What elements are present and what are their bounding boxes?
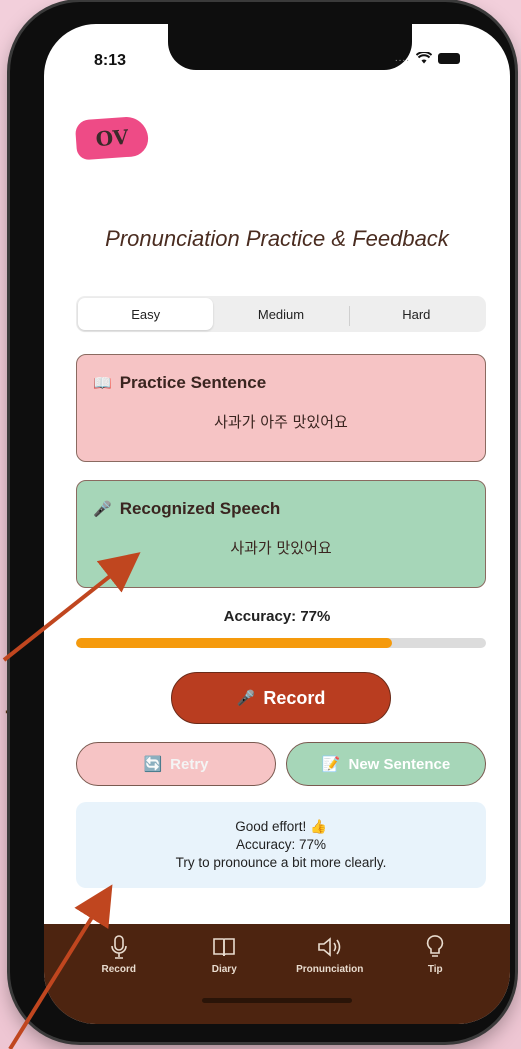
mic-icon xyxy=(110,935,127,959)
status-time: 8:13 xyxy=(94,52,127,69)
accuracy-progress-fill xyxy=(76,638,392,648)
tab-diary-label: Diary xyxy=(211,964,237,975)
practice-sentence-card: 📖 Practice Sentence 사과가 아주 맛있어요 xyxy=(76,354,486,462)
difficulty-selector: Easy Medium Hard xyxy=(76,296,486,332)
speaker-icon xyxy=(317,937,341,957)
practice-title: Practice Sentence xyxy=(119,373,267,392)
wifi-icon xyxy=(416,52,432,64)
practice-sentence: 사과가 아주 맛있어요 xyxy=(214,413,348,431)
refresh-icon: 🔄 xyxy=(143,756,163,773)
feedback-box: Good effort! 👍 Accuracy: 77% Try to pron… xyxy=(76,802,486,888)
new-sentence-label: New Sentence xyxy=(348,755,451,773)
tab-record-label: Record xyxy=(101,964,136,975)
accuracy-label: Accuracy: 77% xyxy=(223,608,331,625)
accuracy-progress-bar xyxy=(76,638,486,648)
feedback-line-1: Good effort! 👍 xyxy=(235,819,327,834)
tab-bar: Record Diary Pronunciation Tip xyxy=(44,924,510,1024)
battery-icon xyxy=(438,52,460,64)
book-icon xyxy=(213,938,236,957)
tab-record[interactable]: Record xyxy=(66,924,172,1024)
tab-pronunciation[interactable]: Pronunciation xyxy=(277,924,383,1024)
recognized-title: Recognized Speech xyxy=(119,499,281,518)
recognized-sentence: 사과가 맛있어요 xyxy=(230,539,332,557)
memo-icon: 📝 xyxy=(321,756,341,773)
difficulty-medium[interactable]: Medium xyxy=(213,298,348,330)
signal-dots: .... xyxy=(394,52,410,64)
record-button[interactable]: 🎤 Record xyxy=(171,672,391,724)
tab-pronunciation-label: Pronunciation xyxy=(296,964,364,975)
microphone-icon: 🎤 xyxy=(236,690,256,707)
phone-frame: 8:13 .... OV Pronunciation Practice & Fe… xyxy=(10,2,515,1042)
retry-label: Retry xyxy=(170,755,209,773)
notch xyxy=(168,24,412,70)
tab-tip[interactable]: Tip xyxy=(383,924,489,1024)
app-logo: OV xyxy=(74,115,150,161)
microphone-icon: 🎤 xyxy=(93,501,112,518)
page-title: Pronunciation Practice & Feedback xyxy=(105,226,449,251)
tab-diary[interactable]: Diary xyxy=(172,924,278,1024)
record-label: Record xyxy=(263,687,326,708)
tab-tip-label: Tip xyxy=(427,964,443,975)
recognized-speech-card: 🎤 Recognized Speech 사과가 맛있어요 xyxy=(76,480,486,588)
feedback-line-3: Try to pronounce a bit more clearly. xyxy=(175,855,387,870)
difficulty-easy[interactable]: Easy xyxy=(78,298,214,330)
home-indicator xyxy=(202,998,352,1003)
retry-button[interactable]: 🔄 Retry xyxy=(76,742,276,786)
app-screen: 8:13 .... OV Pronunciation Practice & Fe… xyxy=(44,24,510,1024)
difficulty-hard[interactable]: Hard xyxy=(348,298,484,330)
status-icons: .... xyxy=(395,52,460,64)
new-sentence-button[interactable]: 📝 New Sentence xyxy=(286,742,486,786)
book-icon: 📖 xyxy=(93,375,112,392)
feedback-line-2: Accuracy: 77% xyxy=(235,837,327,852)
lightbulb-icon xyxy=(427,935,444,957)
